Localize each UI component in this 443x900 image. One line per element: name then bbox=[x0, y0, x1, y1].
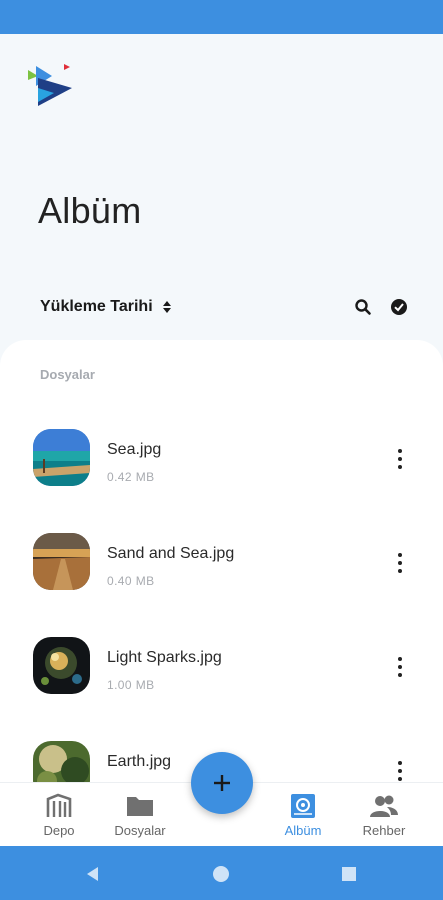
more-options-icon[interactable] bbox=[390, 655, 410, 679]
nav-label: Dosyalar bbox=[114, 823, 166, 838]
more-options-icon[interactable] bbox=[390, 759, 410, 782]
status-bar bbox=[0, 0, 443, 34]
app-logo bbox=[24, 62, 74, 108]
select-all-check-icon[interactable] bbox=[388, 296, 410, 318]
nav-label: Albüm bbox=[284, 823, 322, 838]
file-size: 0.42 MB bbox=[107, 470, 155, 484]
sort-dropdown[interactable]: Yükleme Tarihi bbox=[40, 298, 153, 316]
back-icon[interactable] bbox=[82, 863, 104, 885]
recents-icon[interactable] bbox=[338, 863, 360, 885]
home-icon[interactable] bbox=[210, 863, 232, 885]
list-item[interactable]: Sand and Sea.jpg 0.40 MB bbox=[0, 533, 443, 603]
section-label: Dosyalar bbox=[40, 367, 95, 382]
nav-label: Rehber bbox=[362, 823, 406, 838]
image-thumbnail bbox=[33, 741, 90, 782]
sort-bar: Yükleme Tarihi bbox=[40, 292, 410, 322]
search-icon[interactable] bbox=[352, 296, 374, 318]
file-name: Sand and Sea.jpg bbox=[107, 545, 235, 562]
plus-icon bbox=[214, 775, 230, 791]
nav-item-dosyalar[interactable]: Dosyalar bbox=[100, 793, 180, 838]
storage-icon bbox=[44, 793, 74, 819]
add-button[interactable] bbox=[191, 752, 253, 814]
file-name: Earth.jpg bbox=[107, 753, 172, 770]
more-options-icon[interactable] bbox=[390, 447, 410, 471]
file-size: 0.40 MB bbox=[107, 574, 155, 588]
file-name: Light Sparks.jpg bbox=[107, 649, 222, 666]
more-options-icon[interactable] bbox=[390, 551, 410, 575]
image-thumbnail bbox=[33, 533, 90, 590]
folder-icon bbox=[125, 793, 155, 819]
file-size: 1.00 MB bbox=[107, 678, 155, 692]
file-name: Sea.jpg bbox=[107, 441, 162, 458]
nav-label: Depo bbox=[43, 823, 75, 838]
image-thumbnail bbox=[33, 429, 90, 486]
nav-item-rehber[interactable]: Rehber bbox=[344, 793, 424, 838]
sort-arrows-icon[interactable] bbox=[161, 299, 173, 315]
nav-item-depo[interactable]: Depo bbox=[19, 793, 99, 838]
contacts-icon bbox=[369, 793, 399, 819]
page-title: Albüm bbox=[38, 190, 142, 231]
system-navigation-bar bbox=[0, 846, 443, 900]
list-item[interactable]: Sea.jpg 0.42 MB bbox=[0, 429, 443, 499]
list-item[interactable]: Light Sparks.jpg 1.00 MB bbox=[0, 637, 443, 707]
image-thumbnail bbox=[33, 637, 90, 694]
album-icon bbox=[288, 793, 318, 819]
file-list-sheet: Dosyalar Sea.jpg 0.42 MB Sand and Sea.jp… bbox=[0, 340, 443, 782]
nav-item-album[interactable]: Albüm bbox=[263, 793, 343, 838]
